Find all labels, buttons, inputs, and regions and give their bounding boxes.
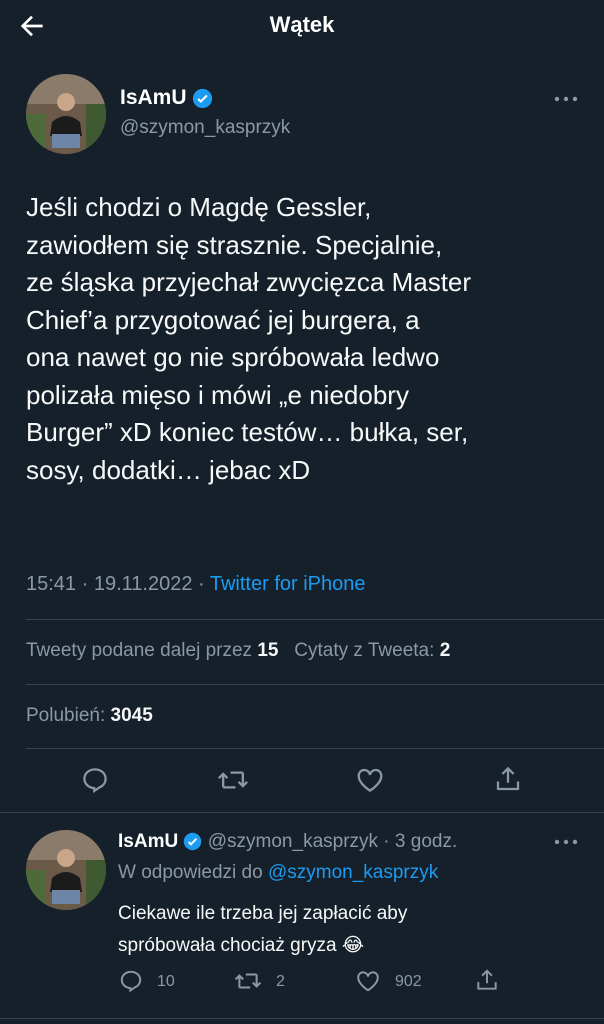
like-icon	[357, 971, 379, 992]
share-button[interactable]	[474, 967, 500, 998]
retweets-count: 2	[276, 973, 285, 990]
quotes-count: 2	[439, 640, 451, 661]
like-button[interactable]	[355, 968, 381, 999]
retweet-button[interactable]	[217, 765, 249, 800]
tweet-line: sosy, dodatki… jebac xD	[26, 454, 311, 485]
top-bar: Wątek	[0, 0, 604, 52]
display-name: IsAmU	[120, 86, 187, 109]
retweet-icon	[234, 973, 262, 989]
tweet-line: Jeśli chodzi o Magdę Gessler,	[26, 192, 372, 222]
tweet-line: ze śląska przyjechał zwycięzca Master	[26, 267, 472, 297]
reply-icon	[120, 970, 142, 993]
avatar[interactable]	[26, 74, 106, 154]
replies-count: 10	[157, 973, 175, 990]
reply-button[interactable]	[80, 765, 110, 800]
reply-icon	[83, 768, 107, 794]
stats-row: Tweety podane dalej przez 15 Cytaty z Tw…	[26, 640, 450, 662]
likes-stat[interactable]: Polubień: 3045	[26, 705, 153, 727]
retweet-button[interactable]	[234, 968, 262, 999]
tweet-timestamp[interactable]: 15:41 · 19.11.2022 ·	[26, 573, 210, 595]
in-reply-to-link[interactable]: @szymon_kasprzyk	[268, 862, 438, 883]
retweets-label: Tweety podane dalej przez	[26, 640, 258, 661]
reply-line: Ciekawe ile trzeba jej zapłacić aby	[118, 903, 408, 924]
tweet-meta: 15:41 · 19.11.2022 · Twitter for iPhone	[26, 573, 365, 596]
in-reply-to-label: W odpowiedzi do	[118, 862, 268, 883]
share-button[interactable]	[493, 764, 523, 799]
likes-count: 902	[395, 973, 422, 990]
laughing-emoji-icon: 😂	[341, 935, 365, 956]
tweet-line: zawiodłem się strasznie. Specjalnie,	[26, 229, 443, 260]
more-button[interactable]	[552, 92, 580, 111]
more-button[interactable]	[552, 835, 580, 854]
more-icon	[554, 96, 578, 102]
author-name[interactable]: IsAmU	[120, 86, 213, 110]
page-title: Wątek	[269, 12, 335, 37]
tweet-text: Jeśli chodzi o Magdę Gessler, zawiodłem …	[26, 189, 586, 489]
quotes-label: Cytaty z Tweeta:	[294, 640, 440, 661]
reply-button[interactable]	[118, 968, 144, 999]
divider	[0, 1018, 604, 1019]
share-icon	[477, 969, 497, 990]
more-icon	[554, 839, 578, 845]
quotes-stat[interactable]: Cytaty z Tweeta: 2	[294, 640, 450, 661]
author-handle[interactable]: @szymon_kasprzyk	[120, 117, 290, 139]
tweet-source-link[interactable]: Twitter for iPhone	[210, 573, 366, 595]
tweet-line: Burger” xD koniec testów… bułka, ser,	[26, 417, 469, 447]
likes-label: Polubień:	[26, 705, 111, 726]
share-icon	[496, 766, 520, 791]
retweets-count: 15	[257, 640, 279, 661]
tweet-line: Chief’a przygotować jej burgera, a	[26, 304, 420, 335]
tweet-line: ona nawet go nie spróbowała ledwo	[26, 342, 440, 372]
verified-badge-icon	[184, 833, 202, 851]
reply-text: Ciekawe ile trzeba jej zapłacić aby spró…	[118, 898, 578, 962]
reply-line: spróbowała chociaż gryza 😂	[118, 935, 365, 956]
avatar[interactable]	[26, 830, 106, 910]
like-button[interactable]	[355, 765, 385, 800]
tweet-line: polizała mięso i mówi „e niedobry	[26, 379, 409, 410]
reply-header: IsAmU @szymon_kasprzyk · 3 godz.	[118, 831, 457, 853]
like-icon	[357, 768, 383, 792]
divider	[0, 812, 604, 813]
display-name[interactable]: IsAmU	[118, 831, 178, 852]
in-reply-to: W odpowiedzi do @szymon_kasprzyk	[118, 862, 438, 884]
divider	[26, 619, 604, 620]
divider	[26, 748, 604, 749]
retweets-stat[interactable]: Tweety podane dalej przez 15	[26, 640, 278, 661]
verified-badge-icon	[193, 88, 213, 109]
divider	[26, 684, 604, 685]
likes-count: 3045	[110, 705, 153, 726]
handle-and-time[interactable]: @szymon_kasprzyk · 3 godz.	[208, 831, 458, 852]
retweet-icon	[218, 771, 248, 789]
